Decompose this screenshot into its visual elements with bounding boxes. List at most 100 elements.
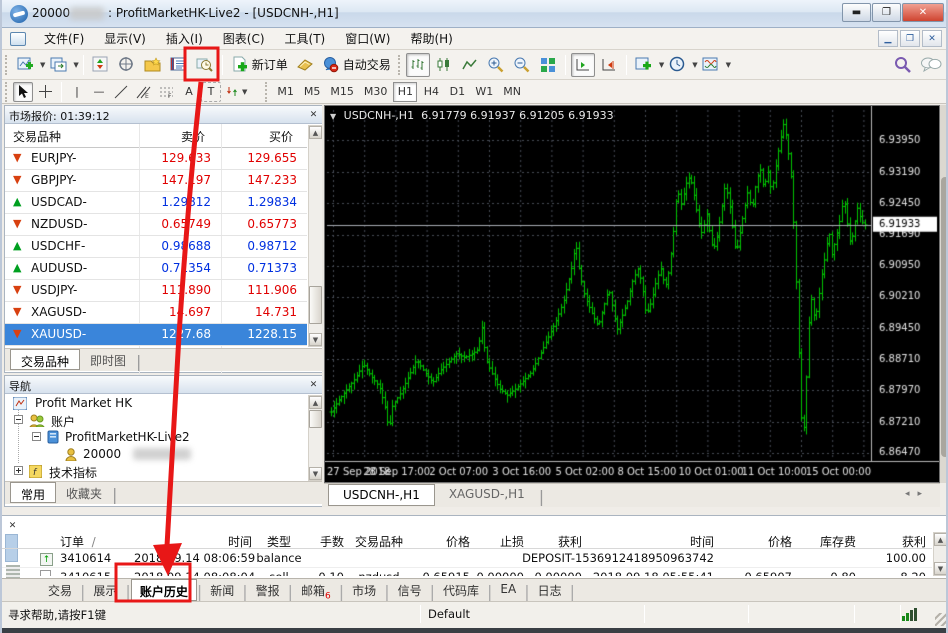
navigator-toggle-button[interactable] (141, 53, 165, 77)
close-icon[interactable]: ✕ (307, 378, 320, 391)
terminal-scrollbar[interactable]: ▲ ▼ (933, 532, 948, 576)
tree-item-account[interactable]: 20000 (5, 446, 307, 463)
menu-window[interactable]: 窗口(W) (335, 28, 400, 49)
chart-shift-button[interactable] (597, 53, 621, 77)
scroll-up-icon[interactable]: ▲ (934, 533, 947, 546)
timeframe-m5-button[interactable]: M5 (300, 82, 325, 102)
collapse-icon[interactable] (14, 415, 23, 424)
column-ask[interactable]: 买价 (269, 128, 293, 145)
tab-scroll-arrows[interactable]: ◂▸ (905, 489, 930, 499)
chart-area-scrollbar[interactable] (940, 105, 948, 483)
tab-symbols[interactable]: 交易品种 (10, 349, 80, 370)
column-symbol[interactable]: 交易品种 (13, 128, 61, 145)
new-chart-button[interactable] (13, 53, 37, 77)
minimize-button[interactable]: ▬ (842, 3, 871, 22)
scripts-button[interactable] (293, 53, 317, 77)
mdi-minimize-button[interactable]: ▁ (878, 30, 898, 47)
tree-item-server[interactable]: ProfitMarketHK-Live2 (5, 429, 307, 446)
market-watch-row[interactable]: GBPJPY-147.197147.233 (5, 170, 307, 192)
chart-window[interactable] (324, 105, 940, 483)
scroll-up-icon[interactable]: ▲ (309, 396, 322, 409)
timeframe-h4-button[interactable]: H4 (419, 82, 443, 102)
history-row-trade-clipped[interactable]: 3410615 2018.09.14 08:08:04 sell 0.10 nz… (2, 567, 932, 576)
tab-market[interactable]: 市场 (344, 579, 384, 601)
market-watch-row[interactable]: USDCHF-0.986880.98712 (5, 236, 307, 258)
line-chart-type-button[interactable] (458, 53, 482, 77)
market-watch-row-selected[interactable]: XAUUSD-1227.681228.15 (5, 324, 307, 346)
tile-windows-button[interactable] (536, 53, 560, 77)
collapse-icon[interactable] (32, 432, 41, 441)
tab-mailbox[interactable]: 邮箱6 (293, 579, 339, 601)
tab-exposure[interactable]: 展示 (85, 579, 125, 601)
market-watch-row[interactable]: USDJPY-111.890111.906 (5, 280, 307, 302)
toolbar-grip[interactable] (5, 82, 9, 102)
mdi-close-button[interactable]: ✕ (922, 30, 942, 47)
tab-news[interactable]: 新闻 (202, 579, 242, 601)
menu-charts[interactable]: 图表(C) (213, 28, 275, 49)
tab-common[interactable]: 常用 (10, 482, 56, 503)
scroll-down-icon[interactable]: ▼ (309, 467, 322, 480)
trendline-tool-button[interactable] (111, 82, 131, 102)
maximize-button[interactable]: ❐ (872, 3, 901, 22)
menu-insert[interactable]: 插入(I) (156, 28, 213, 49)
tab-code-base[interactable]: 代码库 (435, 579, 487, 601)
system-menu-icon[interactable] (10, 32, 26, 46)
close-icon[interactable]: ✕ (307, 108, 320, 121)
scrollbar-thumb[interactable] (309, 286, 322, 324)
strategy-tester-button[interactable] (193, 53, 217, 77)
menu-view[interactable]: 显示(V) (94, 28, 156, 49)
channel-tool-button[interactable]: E (133, 82, 154, 102)
tree-item-broker[interactable]: Profit Market HK (5, 395, 307, 412)
periods-button[interactable] (665, 53, 689, 77)
auto-scroll-button[interactable] (571, 53, 595, 77)
scrollbar-thumb[interactable] (309, 410, 322, 428)
vertical-line-tool-button[interactable]: | (67, 82, 87, 102)
timeframe-m15-button[interactable]: M15 (326, 82, 358, 102)
tab-alerts[interactable]: 警报 (248, 579, 288, 601)
timeframe-mn-button[interactable]: MN (499, 82, 525, 102)
tab-tick-chart[interactable]: 即时图 (80, 349, 136, 370)
timeframe-m1-button[interactable]: M1 (273, 82, 298, 102)
zoom-in-button[interactable] (484, 53, 508, 77)
periods-dropdown[interactable]: ▼ (692, 61, 697, 69)
fibonacci-tool-button[interactable]: F (156, 82, 177, 102)
tab-account-history[interactable]: 账户历史 (131, 579, 197, 601)
toolbar-grip[interactable] (398, 55, 402, 75)
new-order-button[interactable]: 新订单 (228, 53, 291, 77)
market-watch-row[interactable]: XAGUSD-14.69714.731 (5, 302, 307, 324)
chevron-down-icon[interactable]: ▼ (330, 112, 336, 121)
indicators-dropdown[interactable]: ▼ (659, 61, 664, 69)
cursor-tool-button[interactable] (13, 82, 33, 102)
menu-tools[interactable]: 工具(T) (275, 28, 336, 49)
navigator-scrollbar[interactable]: ▲ ▼ (308, 395, 323, 481)
tab-journal[interactable]: 日志 (530, 579, 570, 601)
chart-tab-usdcnh[interactable]: USDCNH-,H1 (328, 484, 435, 506)
timeframe-w1-button[interactable]: W1 (471, 82, 497, 102)
market-watch-toggle-button[interactable] (89, 53, 113, 77)
market-watch-row[interactable]: NZDUSD-0.657490.65773 (5, 214, 307, 236)
new-chart-dropdown[interactable]: ▼ (40, 61, 45, 69)
search-button[interactable] (894, 56, 912, 74)
data-window-button[interactable] (115, 53, 139, 77)
bar-chart-type-button[interactable] (406, 53, 430, 77)
text-tool-button[interactable]: A (179, 82, 199, 102)
history-row-balance[interactable]: ↑ 3410614 2018.09.14 08:06:59 balance DE… (2, 549, 932, 567)
horizontal-line-tool-button[interactable]: — (89, 82, 109, 102)
terminal-toggle-button[interactable] (167, 53, 191, 77)
crosshair-tool-button[interactable] (35, 82, 56, 102)
menu-file[interactable]: 文件(F) (34, 28, 94, 49)
expand-icon[interactable] (14, 466, 23, 475)
chat-button[interactable] (920, 56, 942, 74)
scroll-down-icon[interactable]: ▼ (309, 333, 322, 346)
profiles-button[interactable] (46, 53, 70, 77)
tab-ea[interactable]: EA (492, 579, 524, 601)
chart-canvas[interactable] (325, 106, 939, 482)
timeframe-d1-button[interactable]: D1 (445, 82, 469, 102)
close-button[interactable]: ✕ (902, 3, 944, 22)
indicators-button[interactable] (632, 53, 656, 77)
zoom-out-button[interactable] (510, 53, 534, 77)
scrollbar-thumb[interactable] (941, 177, 948, 457)
chart-tab-xagusd[interactable]: XAGUSD-,H1 (435, 484, 539, 506)
market-watch-row[interactable]: EURJPY-129.633129.655 (5, 148, 307, 170)
arrows-tool-button[interactable]: ▼ (223, 82, 250, 102)
